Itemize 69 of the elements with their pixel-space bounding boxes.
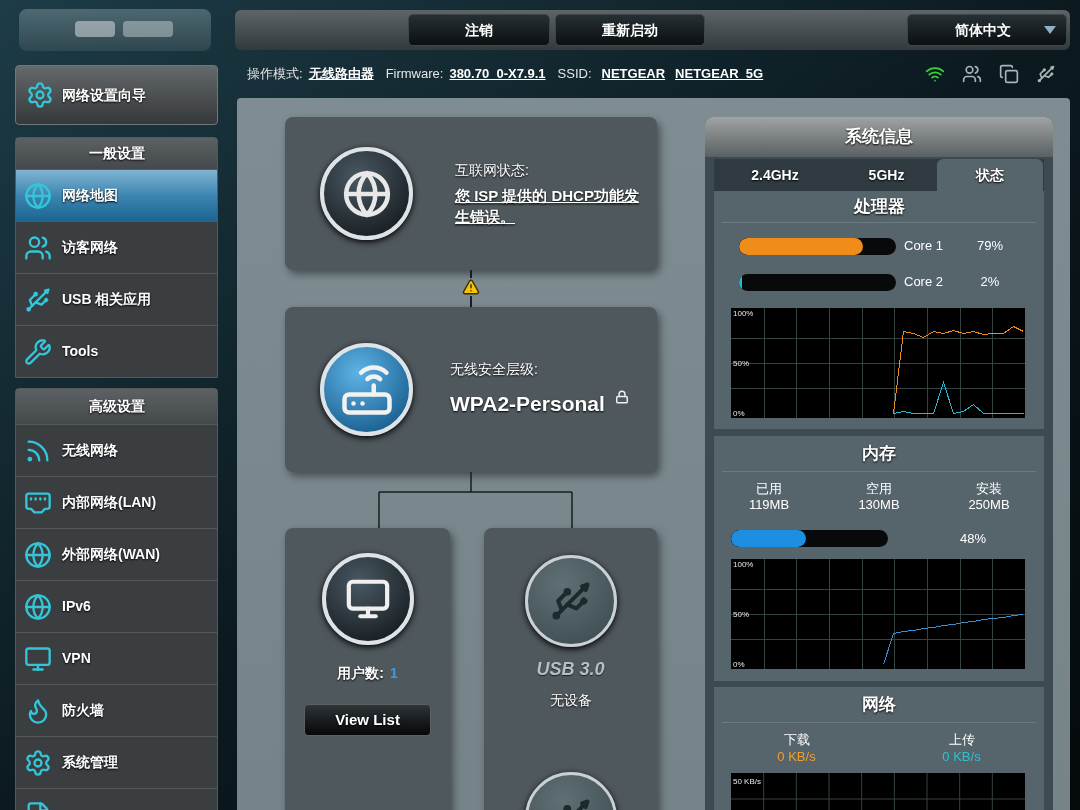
y-tick-label: 50% <box>733 359 749 368</box>
mode-label: 操作模式: <box>247 65 303 84</box>
core-label: Core 2 <box>904 273 945 292</box>
security-label: 无线安全层级: <box>450 360 539 380</box>
memory-reading: 48% <box>960 529 987 548</box>
gear-icon <box>24 748 52 777</box>
firmware-label: Firmware: <box>385 65 444 84</box>
stat-value: 130MB <box>858 497 900 513</box>
core-label: Core 1 <box>904 237 945 256</box>
usb-status: 无设备 <box>549 691 592 710</box>
y-tick-label: 100% <box>733 309 754 318</box>
usb-icon <box>24 285 52 314</box>
wrench-icon <box>24 337 52 366</box>
ssid-link[interactable]: NETGEAR_5G <box>675 64 764 84</box>
ssid-link[interactable]: NETGEAR <box>601 64 666 84</box>
security-value: WPA2-Personal <box>450 391 605 418</box>
ssid-label: SSID: <box>557 65 592 84</box>
people-icon[interactable] <box>962 64 982 84</box>
section-title: 处理器 <box>722 191 1036 223</box>
tab[interactable]: 状态 <box>937 159 1043 191</box>
internet-status-label: 互联网状态: <box>455 161 530 180</box>
stat-value: 0 KB/s <box>942 748 981 765</box>
core-reading: 79% <box>976 237 1004 256</box>
y-tick-label: 50% <box>733 610 749 619</box>
globe-icon <box>24 592 52 621</box>
people-icon <box>24 233 52 262</box>
stat-value: 250MB <box>968 497 1010 513</box>
section-title: 一般设置 <box>16 138 217 169</box>
usb-icon[interactable] <box>1036 64 1056 84</box>
y-tick-label: 50 KB/s <box>733 777 761 786</box>
logout-button[interactable]: 注销 <box>408 14 550 46</box>
globe-icon <box>24 540 52 569</box>
y-tick-label: 0% <box>733 660 745 669</box>
usb-icon[interactable] <box>524 555 617 647</box>
stat-label: 已用 <box>756 481 782 497</box>
gear-icon <box>26 81 54 109</box>
overlapping-squares-icon[interactable] <box>999 64 1019 84</box>
stat-label: 下载 <box>783 731 810 748</box>
y-tick-label: 0% <box>733 409 745 418</box>
globe-icon <box>24 181 52 210</box>
stat-label: 上传 <box>948 731 975 748</box>
stat-label: 空用 <box>866 481 892 497</box>
y-tick-label: 100% <box>733 560 754 569</box>
firmware-link[interactable]: 380.70_0-X7.9.1 <box>449 64 546 84</box>
monitor-icon <box>24 644 52 673</box>
stat-value: 119MB <box>748 497 790 513</box>
section-title: 高级设置 <box>16 389 217 424</box>
view-list-button[interactable]: View List <box>304 704 431 736</box>
panel-title: 系统信息 <box>705 117 1053 157</box>
setup-wizard-button[interactable]: 网络设置向导 <box>15 65 218 125</box>
wifi-icon[interactable] <box>925 64 945 84</box>
status-link[interactable]: 您 ISP 提供的 DHCP功能发生错误。 <box>455 185 650 227</box>
globe-icon[interactable] <box>320 147 413 240</box>
usb-port-title: USB 3.0 <box>536 658 605 681</box>
monitor-icon[interactable] <box>321 553 414 645</box>
router-icon[interactable] <box>320 343 413 436</box>
caret-icon <box>1044 26 1056 34</box>
section-title: 网络 <box>722 687 1036 723</box>
section-title: 内存 <box>722 436 1036 472</box>
mode-link[interactable]: 无线路由器 <box>308 64 374 84</box>
warning-icon <box>462 278 480 296</box>
clients-label: 用户数: <box>337 664 384 683</box>
stat-value: 0 KB/s <box>777 748 816 765</box>
client-count: 1 <box>389 664 398 683</box>
core-reading: 2% <box>979 273 1001 292</box>
language-select[interactable]: 简体中文 <box>907 14 1067 46</box>
sidebar-item[interactable]: 网络地图 <box>16 169 217 221</box>
stat-label: 安装 <box>976 481 1002 497</box>
reboot-button[interactable]: 重新启动 <box>555 14 705 46</box>
